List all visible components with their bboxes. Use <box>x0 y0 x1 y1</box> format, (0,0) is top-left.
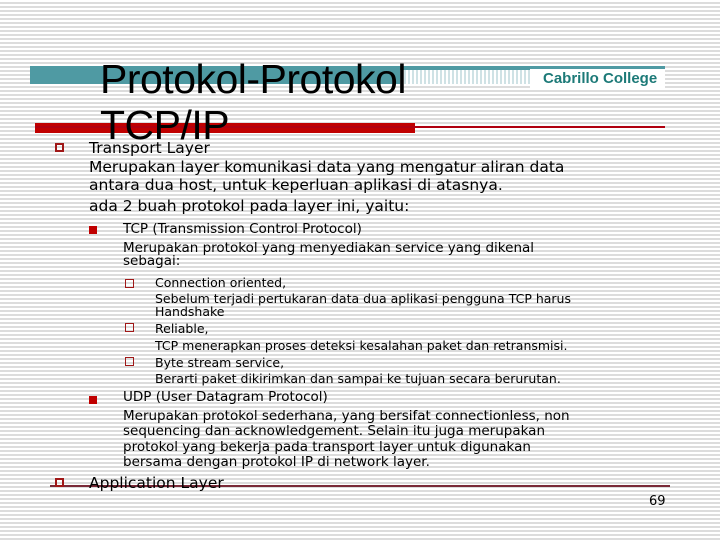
service-text-line: Berarti paket dikirimkan dan sampai ke t… <box>155 371 561 386</box>
filled-square-bullet-icon <box>89 226 97 234</box>
hollow-square-bullet-icon <box>125 357 134 366</box>
hollow-square-bullet-icon <box>55 478 64 487</box>
page-number: 69 <box>649 494 666 509</box>
college-name: Cabrillo College <box>543 70 658 87</box>
header-teal-fade <box>400 67 550 84</box>
transport-text-line: antara dua host, untuk keperluan aplikas… <box>89 176 503 194</box>
service-text-line: TCP menerapkan proses deteksi kesalahan … <box>155 338 568 353</box>
udp-text-line: sequencing dan acknowledgement. Selain i… <box>123 423 546 439</box>
filled-square-bullet-icon <box>89 396 97 404</box>
slide-title: Protokol-Protokol TCP/IP <box>100 56 406 148</box>
service-text-line: Handshake <box>155 304 225 319</box>
service-label: Reliable, <box>155 321 209 336</box>
transport-layer-heading: Transport Layer <box>89 139 210 157</box>
transport-text-line: Merupakan layer komunikasi data yang men… <box>89 158 565 176</box>
slide-title-line1: Protokol-Protokol <box>100 56 406 102</box>
service-label: Connection oriented, <box>155 275 287 290</box>
service-label: Byte stream service, <box>155 355 285 370</box>
hollow-square-bullet-icon <box>125 279 134 288</box>
hollow-square-bullet-icon <box>125 323 134 332</box>
hollow-square-bullet-icon <box>55 143 64 152</box>
tcp-text-line: sebagai: <box>123 253 181 269</box>
udp-heading: UDP (User Datagram Protocol) <box>123 389 328 405</box>
application-layer-heading: Application Layer <box>89 474 224 492</box>
transport-text-line: ada 2 buah protokol pada layer ini, yait… <box>89 197 410 215</box>
tcp-heading: TCP (Transmission Control Protocol) <box>123 221 362 237</box>
udp-text-line: bersama dengan protokol IP di network la… <box>123 454 430 470</box>
udp-text-line: Merupakan protokol sederhana, yang bersi… <box>123 408 570 424</box>
tcp-text-line: Merupakan protokol yang menyediakan serv… <box>123 240 535 256</box>
udp-text-line: protokol yang bekerja pada transport lay… <box>123 439 531 455</box>
